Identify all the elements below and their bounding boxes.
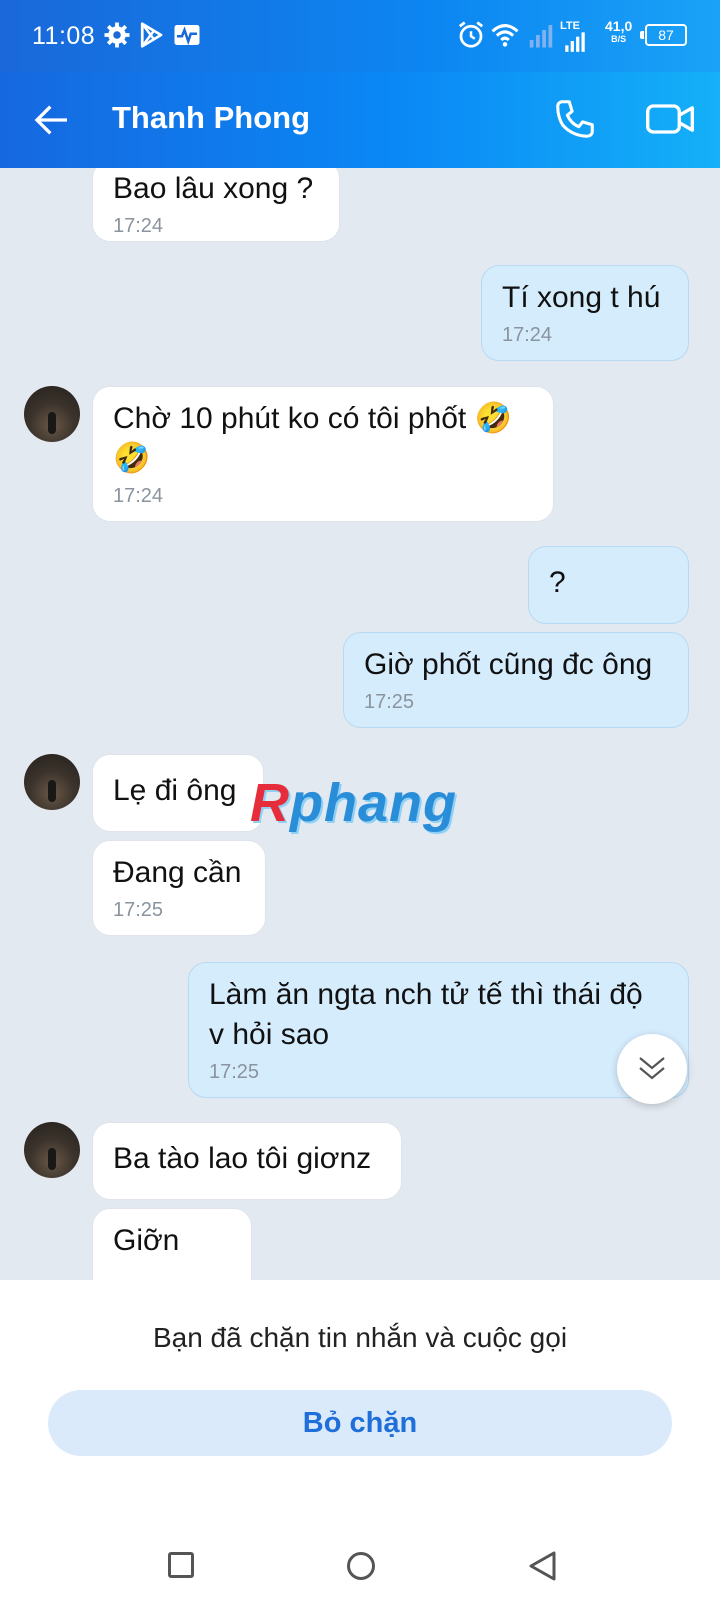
unblock-button[interactable]: Bỏ chặn	[48, 1390, 672, 1456]
status-bar: 11:08 LTE 41,0 B/S 87	[0, 0, 720, 72]
contact-name[interactable]: Thanh Phong	[112, 100, 310, 136]
activity-icon	[174, 25, 200, 46]
watermark-logo: Rphang	[250, 773, 457, 833]
message-outgoing[interactable]: Làm ăn ngta nch tử tế thì thái độ v hỏi …	[188, 962, 689, 1098]
status-time: 11:08	[32, 22, 96, 50]
signal-icon	[565, 32, 585, 52]
message-outgoing[interactable]: Giờ phốt cũng đc ông 17:25	[343, 632, 689, 728]
phone-icon[interactable]	[552, 96, 598, 142]
settings-icon	[104, 22, 130, 48]
network-speed: 41,0 B/S	[605, 18, 633, 44]
avatar[interactable]	[24, 386, 80, 442]
arrow-left-icon[interactable]	[32, 100, 72, 140]
message-outgoing[interactable]: ?	[528, 546, 689, 624]
wifi-icon	[491, 24, 519, 47]
chat-header: Thanh Phong	[0, 72, 720, 168]
video-camera-icon[interactable]	[644, 96, 696, 142]
recent-apps-icon[interactable]	[168, 1552, 194, 1578]
message-incoming[interactable]: Chờ 10 phút ko có tôi phốt 🤣🤣 17:24	[92, 386, 554, 522]
alarm-icon	[458, 21, 484, 48]
message-incoming[interactable]: Đang cần 17:25	[92, 840, 266, 936]
message-incoming[interactable]: Lẹ đi ông	[92, 754, 264, 832]
blocked-notice: Bạn đã chặn tin nhắn và cuộc gọi	[152, 1322, 568, 1353]
message-incoming[interactable]: Bao lâu xong ? 17:24	[92, 168, 340, 242]
message-incoming[interactable]: Giỡn	[92, 1208, 252, 1280]
home-icon[interactable]	[347, 1552, 375, 1580]
message-incoming[interactable]: Ba tào lao tôi giơnz	[92, 1122, 402, 1200]
message-list[interactable]: Bao lâu xong ? 17:24 Tí xong t hú 17:24 …	[0, 168, 720, 1280]
battery-indicator: 87	[640, 24, 687, 46]
avatar[interactable]	[24, 1122, 80, 1178]
play-store-icon	[140, 22, 163, 48]
nav-back-icon[interactable]	[528, 1550, 558, 1582]
signal-weak-icon	[529, 25, 553, 48]
scroll-to-bottom-button[interactable]	[617, 1034, 687, 1104]
double-chevron-down-icon	[639, 1057, 665, 1080]
message-outgoing[interactable]: Tí xong t hú 17:24	[481, 265, 689, 361]
avatar[interactable]	[24, 754, 80, 810]
